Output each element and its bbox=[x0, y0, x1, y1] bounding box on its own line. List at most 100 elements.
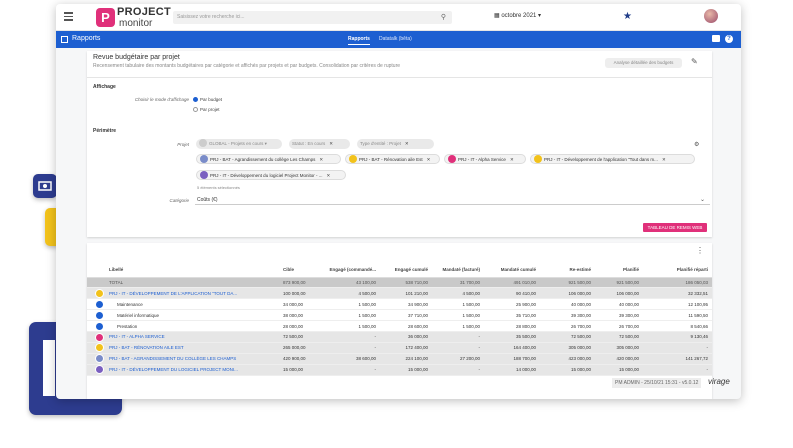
search-input[interactable]: Saisissez votre recherche ici... ⚲ bbox=[173, 11, 452, 24]
project-chip-aile-est[interactable]: PRJ - BAT - Rénovation aile Est ✕ bbox=[345, 154, 440, 164]
tab-datatalk[interactable]: Datatalk (bêta) bbox=[379, 36, 412, 42]
col-planifie-reparti[interactable]: Planifié réparti bbox=[643, 263, 712, 278]
project-badge-icon bbox=[95, 310, 104, 320]
row-cell: 172 400,00 bbox=[380, 342, 432, 354]
virage-logo: virage bbox=[708, 377, 730, 386]
row-cell: 32 332,51 bbox=[643, 287, 712, 300]
row-cell: 106 000,00 bbox=[540, 287, 595, 300]
col-mandate-cumule[interactable]: Mandaté cumulé bbox=[484, 263, 540, 278]
radio-par-projet[interactable]: Par projet bbox=[193, 107, 220, 112]
row-cell: 100 000,00 bbox=[283, 287, 323, 300]
row-cell: 38 000,00 bbox=[283, 309, 323, 322]
project-avatar-icon bbox=[200, 171, 208, 179]
close-icon[interactable]: ✕ bbox=[427, 157, 431, 162]
row-cell: 423 000,00 bbox=[540, 353, 595, 365]
close-icon[interactable]: ✕ bbox=[329, 141, 333, 146]
row-cell: - bbox=[432, 364, 484, 376]
menu-icon[interactable] bbox=[64, 12, 73, 21]
results-panel: ⋮ Libellé Cible Engagé (commandé... Enga… bbox=[87, 243, 712, 399]
project-row[interactable]: PRJ - BAT - AGRANDISSEMENT DU COLLÈGE LE… bbox=[87, 353, 712, 365]
category-row[interactable]: Matériel informatique 38 000,00 1 500,00 37… bbox=[87, 309, 712, 322]
row-cell: 141 267,72 bbox=[643, 353, 712, 365]
section-title: Rapports bbox=[72, 35, 101, 42]
row-cell: 38 600,00 bbox=[323, 353, 380, 365]
filter-chip-global[interactable]: GLOBAL - Projets en cours ▾ bbox=[196, 139, 282, 149]
chevron-down-icon: ▾ bbox=[264, 141, 267, 146]
calendar-icon: ▦ bbox=[494, 13, 500, 19]
row-cell: - bbox=[432, 342, 484, 354]
project-chip-application[interactable]: PRJ - IT - Développement de l'applicatio… bbox=[530, 154, 695, 164]
row-cell: 43 100,00 bbox=[323, 277, 380, 289]
row-cell: 8 540,66 bbox=[643, 320, 712, 332]
more-options-icon[interactable]: ⋮ bbox=[696, 246, 704, 255]
close-icon[interactable]: ✕ bbox=[510, 157, 514, 162]
row-cell: 873 900,00 bbox=[283, 277, 323, 289]
project-avatar-icon bbox=[349, 155, 357, 163]
col-engage[interactable]: Engagé (commandé... bbox=[323, 263, 380, 278]
help-icon[interactable]: ? bbox=[725, 35, 733, 43]
chat-icon[interactable] bbox=[712, 35, 720, 42]
favorite-star-icon[interactable]: ★ bbox=[623, 11, 632, 22]
period-selector[interactable]: ▦ octobre 2021 ▾ bbox=[494, 12, 541, 19]
project-row[interactable]: PRJ - IT - ALPHA SERVICE 72 500,00-36 000… bbox=[87, 331, 712, 343]
global-icon bbox=[199, 139, 207, 147]
project-avatar-icon bbox=[200, 155, 208, 163]
project-avatar-icon bbox=[534, 155, 542, 163]
search-icon[interactable]: ⚲ bbox=[441, 13, 446, 21]
report-title: Revue budgétaire par projet bbox=[93, 54, 180, 61]
project-chip-college[interactable]: PRJ - BAT - Agrandissement du collège Le… bbox=[196, 154, 341, 164]
row-label: PRJ - BAT - AGRANDISSEMENT DU COLLÈGE LE… bbox=[87, 353, 283, 365]
filter-funnel-icon[interactable]: ⚙ bbox=[694, 141, 699, 148]
close-icon[interactable]: ✕ bbox=[326, 173, 330, 178]
filter-chip-status-label: Statut : En cours bbox=[292, 141, 326, 146]
close-icon[interactable]: ✕ bbox=[319, 157, 323, 162]
top-bar: P PROJECT monitor Saisissez votre recher… bbox=[56, 4, 741, 31]
col-libelle[interactable]: Libellé bbox=[87, 263, 283, 278]
radio-par-budget-label: Par budget bbox=[200, 97, 223, 102]
row-label: PRJ - BAT - RÉNOVATION AILE EST bbox=[87, 342, 283, 354]
category-row[interactable]: Prestation 28 000,00 1 500,00 28 600,00 1 50… bbox=[87, 320, 712, 332]
row-cell: 39 300,00 bbox=[540, 309, 595, 322]
logo-icon: P bbox=[96, 8, 115, 27]
chevron-down-icon[interactable]: ⌄ bbox=[700, 196, 705, 203]
row-cell: 90 410,00 bbox=[484, 287, 540, 300]
row-cell: 37 710,00 bbox=[380, 309, 432, 322]
pivot-table-button[interactable]: TABLEAU DE REMIS WEB bbox=[643, 223, 707, 232]
project-row[interactable]: PRJ - IT - DÉVELOPPEMENT DE L'APPLICATIO… bbox=[87, 287, 712, 300]
edit-pencil-icon[interactable]: ✎ bbox=[691, 57, 698, 66]
total-row[interactable]: TOTAL 873 900,00 43 100,00 538 710,00 31 700… bbox=[87, 277, 712, 289]
close-icon[interactable]: ✕ bbox=[662, 157, 666, 162]
period-value: octobre 2021 bbox=[501, 13, 537, 19]
radio-par-budget[interactable]: Par budget bbox=[193, 97, 222, 102]
col-planifie[interactable]: Planifié bbox=[595, 263, 643, 278]
tab-rapports[interactable]: Rapports bbox=[348, 36, 370, 45]
radio-par-projet-label: Par projet bbox=[200, 107, 220, 112]
row-cell: 106 000,00 bbox=[595, 287, 643, 300]
category-select[interactable]: Coûts (€) bbox=[197, 197, 218, 203]
user-avatar[interactable] bbox=[704, 9, 718, 23]
category-label: Catégorie bbox=[169, 198, 189, 203]
close-icon[interactable]: ✕ bbox=[405, 141, 409, 146]
search-placeholder: Saisissez votre recherche ici... bbox=[177, 14, 245, 20]
row-cell: 12 100,95 bbox=[643, 298, 712, 311]
divider bbox=[87, 77, 712, 78]
row-cell: 265 000,00 bbox=[283, 342, 323, 354]
project-row[interactable]: PRJ - IT - DÉVELOPPEMENT DU LOGICIEL PRO… bbox=[87, 364, 712, 376]
row-cell: 1 500,00 bbox=[432, 320, 484, 332]
row-cell: 4 500,00 bbox=[432, 287, 484, 300]
col-cible[interactable]: Cible bbox=[283, 263, 323, 278]
filter-chip-status[interactable]: Statut : En cours ✕ bbox=[289, 139, 350, 149]
col-engage-cumule[interactable]: Engagé cumulé bbox=[380, 263, 432, 278]
project-row[interactable]: PRJ - BAT - RÉNOVATION AILE EST 265 000,0… bbox=[87, 342, 712, 354]
row-cell: - bbox=[323, 342, 380, 354]
project-chip-alpha[interactable]: PRJ - IT - Alpha Service ✕ bbox=[444, 154, 526, 164]
row-label: PRJ - IT - ALPHA SERVICE bbox=[87, 331, 283, 343]
filter-chip-type-label: Type d'entité : Projet bbox=[360, 141, 401, 146]
detail-analysis-button[interactable]: Analyse détaillée des budgets bbox=[605, 58, 682, 68]
filter-chip-type[interactable]: Type d'entité : Projet ✕ bbox=[357, 139, 434, 149]
row-cell: 921 500,00 bbox=[595, 277, 643, 289]
col-mandate[interactable]: Mandaté (facturé) bbox=[432, 263, 484, 278]
project-chip-logiciel[interactable]: PRJ - IT - Développement du logiciel Pro… bbox=[196, 170, 346, 180]
category-row[interactable]: Maintenance 34 000,00 1 500,00 34 900,00 1 5… bbox=[87, 298, 712, 311]
col-reestime[interactable]: Re-estimé bbox=[540, 263, 595, 278]
